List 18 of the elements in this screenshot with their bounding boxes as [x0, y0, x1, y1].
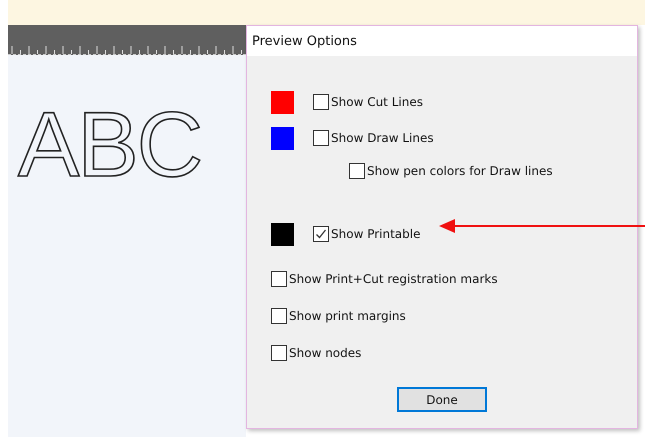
checkbox-label: Show pen colors for Draw lines: [367, 164, 553, 178]
checkbox[interactable]: [271, 308, 287, 324]
checkbox[interactable]: [349, 163, 365, 179]
checkbox-label: Show print margins: [289, 308, 406, 322]
arrow-icon: [439, 218, 645, 234]
dialog-title: Preview Options: [247, 26, 637, 56]
outline-text: ABC: [18, 94, 202, 196]
checkbox[interactable]: [313, 130, 329, 146]
checkbox-label: Show Cut Lines: [331, 95, 423, 109]
done-button[interactable]: Done: [397, 387, 487, 412]
checkbox-label: Show Printable: [331, 227, 420, 241]
checkbox[interactable]: [271, 270, 287, 286]
checkbox[interactable]: [313, 94, 329, 110]
checkbox[interactable]: [313, 226, 329, 242]
checkbox-label: Show nodes: [289, 346, 362, 360]
checkbox-label: Show Draw Lines: [331, 131, 434, 145]
checkbox[interactable]: [271, 344, 287, 360]
checkbox-label: Show Print+Cut registration marks: [289, 272, 498, 286]
